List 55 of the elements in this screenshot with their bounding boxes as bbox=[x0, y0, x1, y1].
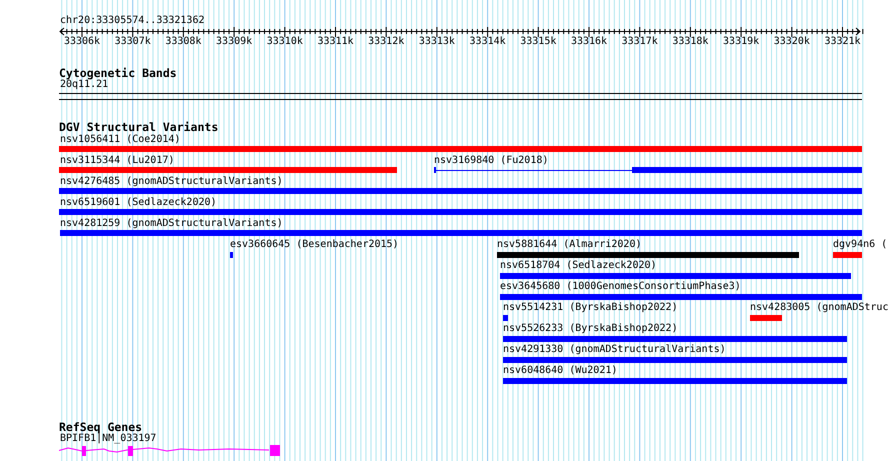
tick-label: 33321k bbox=[823, 36, 862, 48]
variant-label: nsv5514231 (ByrskaBishop2022) bbox=[503, 302, 678, 314]
variant-label: nsv3169840 (Fu2018) bbox=[434, 155, 548, 167]
tick-label: 33313k bbox=[418, 36, 456, 48]
variant-bar[interactable] bbox=[503, 357, 847, 363]
variant-bar[interactable] bbox=[503, 378, 847, 384]
variant-bar[interactable] bbox=[500, 273, 851, 279]
location-label: chr20:33305574..33321362 bbox=[60, 15, 204, 27]
variant-label: nsv6518704 (Sedlazeck2020) bbox=[500, 260, 657, 272]
tick-label: 33316k bbox=[570, 36, 608, 48]
variant-feature[interactable] bbox=[434, 167, 862, 173]
variant-bar[interactable] bbox=[503, 336, 847, 342]
tick-label: 33310k bbox=[266, 36, 304, 48]
variant-bar[interactable] bbox=[59, 188, 862, 194]
variant-bar[interactable] bbox=[60, 230, 862, 236]
tick-label: 33311k bbox=[316, 36, 355, 48]
variant-bar[interactable] bbox=[230, 252, 233, 258]
variant-label: nsv4291330 (gnomADStructuralVariants) bbox=[503, 344, 726, 356]
track-title: RefSeq Genes bbox=[59, 420, 142, 434]
tick-label: 33306k bbox=[62, 36, 102, 48]
variant-label: nsv1056411 (Coe2014) bbox=[60, 134, 180, 146]
variant-label: nsv6048640 (Wu2021) bbox=[503, 365, 618, 377]
tick-label: 33318k bbox=[671, 36, 710, 48]
variant-label: nsv4283005 (gnomADStruc bbox=[750, 302, 888, 314]
variant-bar[interactable] bbox=[503, 315, 508, 321]
band-label: 20q11.21 bbox=[60, 79, 108, 91]
track-title: DGV Structural Variants bbox=[59, 120, 218, 134]
variant-label: nsv4276485 (gnomADStructuralVariants) bbox=[60, 176, 283, 188]
tick-label: 33314k bbox=[468, 36, 507, 48]
tick-label: 33308k bbox=[164, 36, 202, 48]
variant-label: nsv3115344 (Lu2017) bbox=[60, 155, 174, 167]
variant-bar[interactable] bbox=[59, 209, 862, 215]
tick-label: 33320k bbox=[772, 36, 811, 48]
variant-bar[interactable] bbox=[833, 252, 862, 258]
variant-label: nsv5881644 (Almarri2020) bbox=[497, 239, 642, 251]
gene-label: BPIFB1|NM_033197 bbox=[60, 433, 156, 445]
tick-label: 33307k bbox=[114, 36, 152, 48]
variant-label: nsv4281259 (gnomADStructuralVariants) bbox=[60, 218, 283, 230]
variant-label: nsv5526233 (ByrskaBishop2022) bbox=[503, 323, 678, 335]
variant-label: esv3645680 (1000GenomesConsortiumPhase3) bbox=[500, 281, 741, 293]
tick-label: 33309k bbox=[215, 36, 254, 48]
tick-label: 33312k bbox=[367, 36, 406, 48]
variant-bar[interactable] bbox=[59, 167, 397, 173]
track-title: Cytogenetic Bands bbox=[59, 66, 177, 80]
variant-bar[interactable] bbox=[750, 315, 782, 321]
variant-label: esv3660645 (Besenbacher2015) bbox=[230, 239, 399, 251]
variant-label: dgv94n6 ( bbox=[833, 239, 888, 251]
variant-bar[interactable] bbox=[497, 252, 799, 258]
tick-label: 33319k bbox=[722, 36, 760, 48]
variant-bar[interactable] bbox=[59, 146, 862, 152]
variant-bar[interactable] bbox=[500, 294, 862, 300]
tick-label: 33315k bbox=[519, 36, 558, 48]
gene-model[interactable] bbox=[59, 444, 281, 457]
variant-label: nsv6519601 (Sedlazeck2020) bbox=[60, 197, 217, 209]
tick-label: 33317k bbox=[620, 36, 659, 48]
